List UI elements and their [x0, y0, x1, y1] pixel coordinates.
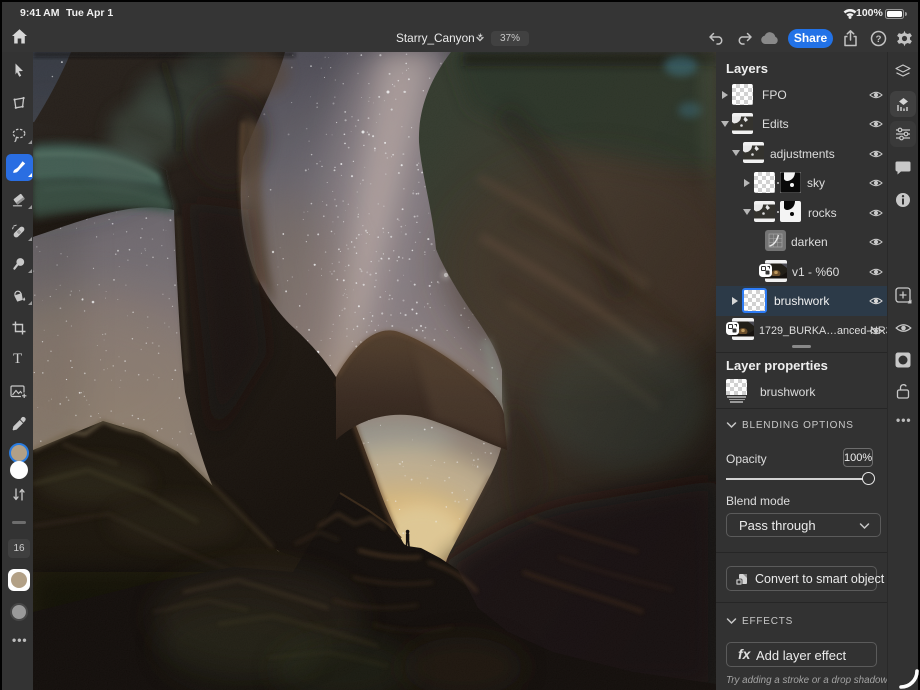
- svg-text:?: ?: [876, 34, 882, 45]
